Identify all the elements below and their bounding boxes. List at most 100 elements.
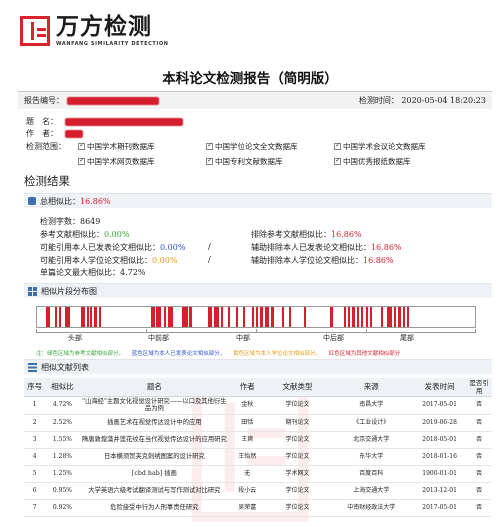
table-cell: 2017-05-01 [412,396,467,415]
table-cell: 学位论文 [265,431,330,449]
similar-segment [402,307,405,327]
reference-table: 序号 相似比 题名 作者 文献类型 来源 发表时间 是否引用 1 4.72% "山海… [24,378,492,517]
similar-segment [380,307,384,327]
table-cell: 大学英语六级考试翻译测试与写作测试对比研究 [79,482,230,500]
similar-segment [407,307,410,327]
list-icon [28,362,37,372]
similar-segment [236,307,239,327]
table-row: 6 0.95% 大学英语六级考试翻译测试与写作测试对比研究 段小云 学位论文 上海交通大学… [24,482,492,500]
table-cell: [cbd hab] 插画 [79,465,230,483]
table-cell: 1900-01-01 [412,465,467,483]
table-cell: 隋唐敦煌藻井莲花纹在当代视觉传达设计的应用研究 [79,431,230,449]
similar-segment [251,307,254,327]
legend-green: 注：绿色区域为参考文献相似部分， [36,351,125,357]
self-pub-similarity: 可能引用本人已发表论文相似比：0.00% [40,243,186,252]
table-cell: 否 [466,396,492,415]
similar-segment [189,307,193,327]
table-cell: 4.72% [45,396,80,415]
col-header: 来源 [329,378,413,397]
checkbox-icon [206,156,213,165]
similar-segment [256,307,259,327]
grid-icon [28,286,37,296]
database-item: 中国学术网页数据库 [78,156,206,167]
distribution-heading: 相似片段分布图 [41,286,97,296]
single-max-similarity: 单篇论文最大相似比：4.72% [40,268,146,277]
similar-segment [45,307,51,327]
similar-segment [369,307,373,327]
similar-segment [58,307,62,327]
table-cell: 1 [24,396,46,415]
similar-segment [207,307,213,327]
table-cell: 0.95% [45,482,80,500]
report-title: 本科论文检测报告（简明版） [162,71,338,87]
table-cell: 2013-12-01 [412,482,467,500]
table-cell: 否 [466,448,492,466]
similar-segment [242,307,246,327]
table-cell: 上海交通大学 [329,482,413,500]
table-row: 3 1.55% 隋唐敦煌藻井莲花纹在当代视觉传达设计的应用研究 王爽 学位论文 北京交通大… [24,431,492,449]
total-similarity-bar: 总相似比： 16.86% [24,193,492,208]
similar-segment [89,307,92,327]
report-meta-bar: 报告编号： 检测时间： 2020-05-04 18:20:23 [18,91,492,109]
database-list: 中国学术期刊数据库 中国学位论文全文数据库 中国学术会议论文数据库 中国学术网页… [78,141,488,167]
section-label: 中后部 [323,334,344,342]
scope-label: 检测范围： [26,142,66,151]
self-thesis-similarity: 可能引用本人学位论文相似比：0.00% [40,256,178,265]
ref-list-bar: 相似文献列表 [24,359,492,374]
table-cell: 北京交通大学 [329,431,413,449]
author-redacted [64,130,83,138]
similar-segment [220,307,224,327]
table-cell: 吴荣富 [229,499,266,517]
col-header: 发表时间 [412,378,467,397]
brand-name: 万方检测 [56,14,152,40]
table-cell: 2 [24,414,46,432]
similar-segment [356,307,359,327]
checkbox-icon [334,141,341,150]
similar-segment [387,307,392,327]
table-cell: 2017-05-01 [412,499,467,517]
table-cell: 期刊论文 [265,414,330,432]
table-cell: 1.25% [45,465,80,483]
checkbox-icon [78,141,85,150]
col-header: 作者 [229,378,266,397]
similarity-distribution-strip [36,306,476,328]
similar-segment [282,307,285,327]
check-time-value: 2020-05-04 18:20:23 [401,96,486,105]
ref-list-heading: 相似文献列表 [41,362,89,372]
table-cell: 3 [24,431,46,449]
similar-segment [398,307,401,327]
similar-segment [264,307,270,327]
similar-segment [181,307,189,327]
similar-segment [343,307,346,327]
similar-segment [99,307,101,327]
author-label: 作 者： [26,129,58,138]
similar-segment [330,307,333,327]
table-cell: 日本横须贺夹克刺绣图案的设计研究 [79,448,230,466]
table-row: 5 1.25% [cbd hab] 插画无学术网文 百度百科 1900-01-01 否 [24,465,492,483]
section-label: 中部 [236,334,250,342]
checkbox-icon [206,141,213,150]
legend-blue: 蓝色区域为本人已发表论文相似部分， [131,351,226,357]
aux-excl-pub-similarity: 辅助排除本人已发表论文相似比：16.86% [251,243,402,252]
table-cell: 2018-05-01 [412,431,467,449]
table-cell: 南昌大学 [329,396,413,415]
table-cell: 1.28% [45,448,80,466]
title-redacted [64,118,183,126]
similar-segment [54,307,57,327]
legend-yellow: 黄色区域为本人学位论文相似部分， [233,351,322,357]
similar-segment [288,307,292,327]
title-field: 题 名： [26,116,183,127]
table-cell: 2018-01-16 [412,448,467,466]
similar-segment [260,307,263,327]
table-cell: 学位论文 [265,482,330,500]
table-cell: 《工业设计》 [329,414,413,432]
table-cell: 否 [466,465,492,483]
similar-segment [304,307,307,327]
word-count: 检测字数：8649 [40,217,101,226]
table-cell: 插画艺术在视觉传达设计中的应用 [79,414,230,432]
database-item: 中国专利文献数据库 [206,156,334,167]
title-label: 题 名： [26,117,58,126]
ref-similarity: 参考文献相似比：0.00% [40,230,130,239]
similar-segment [164,307,167,327]
table-cell: 5 [24,465,46,483]
